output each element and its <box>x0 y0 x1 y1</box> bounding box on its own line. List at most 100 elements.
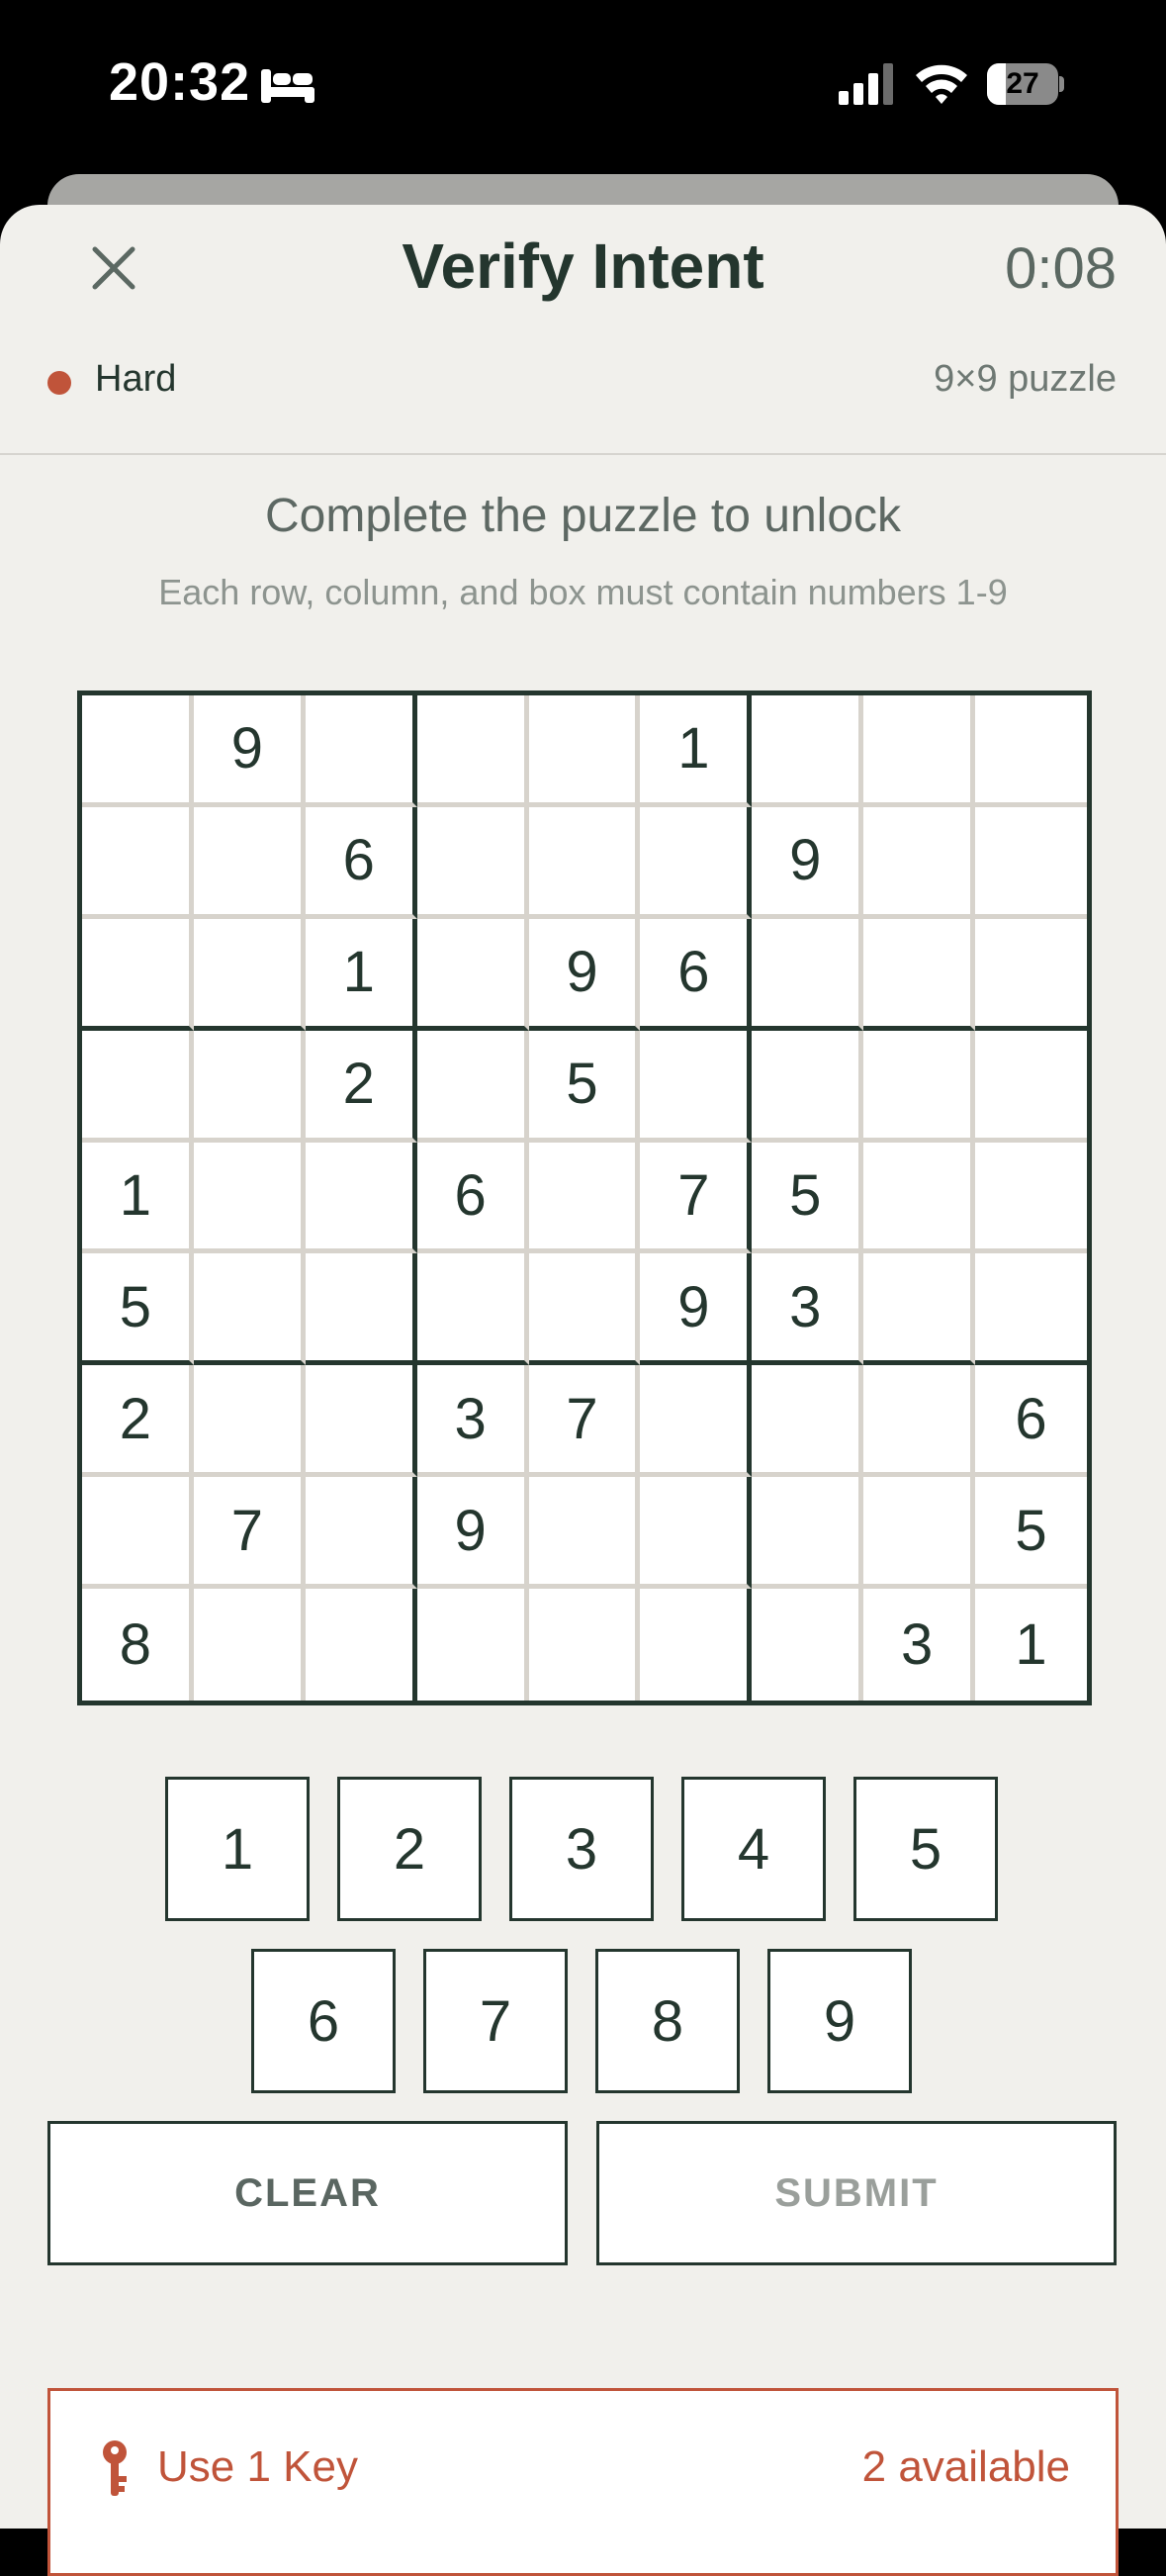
sudoku-cell[interactable]: 8 <box>82 1589 194 1701</box>
instruction-subheading: Each row, column, and box must contain n… <box>158 572 1008 612</box>
sudoku-cell[interactable]: 6 <box>975 1365 1087 1478</box>
sudoku-cell[interactable] <box>975 918 1087 1031</box>
sudoku-cell[interactable]: 7 <box>193 1477 306 1590</box>
sudoku-cell[interactable]: 2 <box>82 1365 194 1478</box>
keypad-key-5[interactable]: 5 <box>853 1777 998 1921</box>
sudoku-cell[interactable] <box>193 1253 306 1366</box>
sudoku-cell[interactable]: 3 <box>752 1253 864 1366</box>
difficulty-dot <box>47 371 71 395</box>
sudoku-cell[interactable] <box>975 1030 1087 1143</box>
sudoku-cell[interactable] <box>82 695 194 807</box>
sudoku-cell[interactable] <box>528 1477 641 1590</box>
keypad-key-1[interactable]: 1 <box>165 1777 310 1921</box>
sudoku-cell[interactable] <box>640 1365 753 1478</box>
sudoku-cell[interactable] <box>863 1030 976 1143</box>
sudoku-cell[interactable] <box>863 1253 976 1366</box>
sudoku-cell[interactable] <box>863 1477 976 1590</box>
sudoku-cell[interactable] <box>305 1477 417 1590</box>
sudoku-cell[interactable] <box>752 1365 864 1478</box>
sudoku-cell[interactable] <box>863 918 976 1031</box>
battery-percent: 27 <box>1006 67 1039 100</box>
timer: 0:08 <box>1005 236 1117 301</box>
sudoku-cell[interactable] <box>640 1589 753 1701</box>
sudoku-cell[interactable] <box>305 695 417 807</box>
sudoku-cell[interactable] <box>752 695 864 807</box>
sudoku-cell[interactable]: 1 <box>305 918 417 1031</box>
clear-button[interactable]: CLEAR <box>47 2121 568 2265</box>
sudoku-cell[interactable] <box>640 806 753 919</box>
submit-button[interactable]: SUBMIT <box>596 2121 1117 2265</box>
sudoku-cell[interactable] <box>528 695 641 807</box>
sudoku-cell[interactable] <box>82 1030 194 1143</box>
sudoku-cell[interactable] <box>416 695 529 807</box>
sudoku-cell[interactable] <box>416 1253 529 1366</box>
sudoku-cell[interactable]: 9 <box>528 918 641 1031</box>
sudoku-cell[interactable] <box>193 1142 306 1254</box>
status-time: 20:32 <box>109 52 251 112</box>
sudoku-cell[interactable] <box>82 806 194 919</box>
sudoku-cell[interactable] <box>193 1030 306 1143</box>
sudoku-cell[interactable] <box>975 1253 1087 1366</box>
sudoku-cell[interactable] <box>752 918 864 1031</box>
sudoku-cell[interactable]: 9 <box>193 695 306 807</box>
cellular-signal-icon <box>839 63 893 105</box>
sudoku-cell[interactable] <box>863 1365 976 1478</box>
sudoku-cell[interactable]: 5 <box>82 1253 194 1366</box>
keypad-key-2[interactable]: 2 <box>337 1777 482 1921</box>
sudoku-cell[interactable] <box>416 1589 529 1701</box>
page-title: Verify Intent <box>402 230 764 302</box>
sudoku-cell[interactable] <box>863 1142 976 1254</box>
keypad-key-7[interactable]: 7 <box>423 1949 568 2093</box>
sudoku-cell[interactable]: 1 <box>640 695 753 807</box>
keypad-key-3[interactable]: 3 <box>509 1777 654 1921</box>
sudoku-cell[interactable] <box>193 806 306 919</box>
keypad-key-9[interactable]: 9 <box>767 1949 912 2093</box>
sudoku-cell[interactable] <box>640 1477 753 1590</box>
sudoku-cell[interactable] <box>305 1589 417 1701</box>
sudoku-cell[interactable] <box>863 806 976 919</box>
sudoku-cell[interactable] <box>752 1477 864 1590</box>
sudoku-cell[interactable] <box>82 1477 194 1590</box>
sudoku-cell[interactable] <box>416 1030 529 1143</box>
sudoku-cell[interactable]: 5 <box>975 1477 1087 1590</box>
sudoku-cell[interactable] <box>193 918 306 1031</box>
sudoku-cell[interactable] <box>82 918 194 1031</box>
sudoku-cell[interactable]: 1 <box>975 1589 1087 1701</box>
sudoku-cell[interactable]: 1 <box>82 1142 194 1254</box>
sudoku-cell[interactable] <box>528 806 641 919</box>
sudoku-cell[interactable]: 7 <box>640 1142 753 1254</box>
sudoku-cell[interactable]: 9 <box>416 1477 529 1590</box>
sudoku-cell[interactable] <box>305 1365 417 1478</box>
sudoku-cell[interactable] <box>305 1142 417 1254</box>
sudoku-cell[interactable]: 6 <box>416 1142 529 1254</box>
sudoku-cell[interactable] <box>640 1030 753 1143</box>
keypad-key-8[interactable]: 8 <box>595 1949 740 2093</box>
sudoku-cell[interactable] <box>975 806 1087 919</box>
keypad-key-4[interactable]: 4 <box>681 1777 826 1921</box>
sudoku-cell[interactable] <box>528 1142 641 1254</box>
sudoku-cell[interactable]: 5 <box>528 1030 641 1143</box>
sudoku-cell[interactable] <box>863 695 976 807</box>
sudoku-cell[interactable]: 3 <box>416 1365 529 1478</box>
sudoku-cell[interactable] <box>528 1589 641 1701</box>
sudoku-cell[interactable]: 5 <box>752 1142 864 1254</box>
sudoku-cell[interactable]: 9 <box>752 806 864 919</box>
sudoku-cell[interactable] <box>416 918 529 1031</box>
sudoku-cell[interactable] <box>193 1365 306 1478</box>
sudoku-cell[interactable]: 9 <box>640 1253 753 1366</box>
sudoku-cell[interactable]: 6 <box>640 918 753 1031</box>
sudoku-cell[interactable] <box>752 1589 864 1701</box>
sudoku-cell[interactable]: 3 <box>863 1589 976 1701</box>
sudoku-cell[interactable]: 7 <box>528 1365 641 1478</box>
sudoku-cell[interactable] <box>193 1589 306 1701</box>
sudoku-cell[interactable] <box>528 1253 641 1366</box>
sudoku-cell[interactable] <box>752 1030 864 1143</box>
sudoku-cell[interactable] <box>416 806 529 919</box>
keypad-key-6[interactable]: 6 <box>251 1949 396 2093</box>
sudoku-cell[interactable]: 6 <box>305 806 417 919</box>
use-key-button[interactable]: Use 1 Key 2 available <box>47 2388 1119 2576</box>
sudoku-cell[interactable] <box>975 695 1087 807</box>
sudoku-cell[interactable]: 2 <box>305 1030 417 1143</box>
sudoku-cell[interactable] <box>975 1142 1087 1254</box>
sudoku-cell[interactable] <box>305 1253 417 1366</box>
